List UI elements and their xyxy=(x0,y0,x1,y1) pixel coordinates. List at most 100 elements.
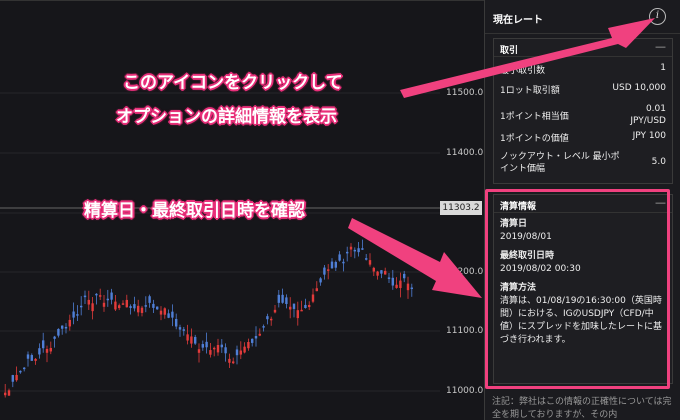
candle-body xyxy=(285,297,288,304)
candle-body xyxy=(273,309,277,313)
candle-body xyxy=(410,287,413,290)
row-label: 1ロット取引額 xyxy=(500,86,560,96)
candle-body xyxy=(205,341,208,348)
candle-body xyxy=(178,327,182,330)
candle-body xyxy=(163,308,166,315)
candle-body xyxy=(76,314,79,316)
candle-body xyxy=(15,374,18,381)
candle-body xyxy=(228,358,231,363)
candle-body xyxy=(391,277,394,286)
info-row: 1ポイント相当価 0.01 JPY/USD xyxy=(494,103,672,131)
candle-body xyxy=(34,358,37,361)
price-axis-label: 11100.0 xyxy=(446,326,484,336)
candle-body xyxy=(403,273,406,279)
candle-body xyxy=(224,347,227,354)
candle-body xyxy=(209,350,212,355)
candle-body xyxy=(11,375,14,382)
disclaimer-note: 注記：弊社はこの情報の正確性については完全を期しておりますが、その内 xyxy=(492,397,672,418)
candle-body xyxy=(281,294,284,303)
candle-body xyxy=(330,261,334,269)
price-axis-label: 11400.0 xyxy=(446,148,484,158)
candle-body xyxy=(334,261,337,268)
candle-body xyxy=(49,347,52,352)
candle-body xyxy=(19,370,22,373)
candle-body xyxy=(118,305,121,309)
price-axis-label: 11000.0 xyxy=(446,386,484,396)
candle-body xyxy=(395,284,398,288)
candle-body xyxy=(201,344,204,348)
candle-body xyxy=(338,254,341,261)
candle-body xyxy=(346,251,349,254)
candle-body xyxy=(239,350,242,355)
section-header[interactable]: 取引 — xyxy=(494,39,672,57)
candle-body xyxy=(235,349,239,356)
candle-body xyxy=(380,270,383,274)
candle-body xyxy=(232,361,235,364)
candle-body xyxy=(315,288,318,292)
candle-body xyxy=(45,348,49,353)
candle-body xyxy=(357,248,360,253)
candle-body xyxy=(270,318,273,321)
section-title: 取引 xyxy=(500,46,519,56)
candle-body xyxy=(277,294,280,303)
annotation-settlement-hint: 精算日・最終取引日時を確認 xyxy=(84,201,305,221)
info-row: 1ロット取引額 USD 10,000 xyxy=(494,83,672,103)
info-icon[interactable]: i xyxy=(649,8,666,25)
candle-body xyxy=(197,349,201,353)
candle-body xyxy=(406,283,410,291)
candle-body xyxy=(327,269,330,271)
candle-body xyxy=(61,325,64,329)
candle-body xyxy=(182,329,185,331)
candle-body xyxy=(26,354,30,359)
candle-body xyxy=(292,303,296,309)
candle-body xyxy=(342,261,345,264)
candle-body xyxy=(83,295,87,298)
price-axis-label: 11200.0 xyxy=(446,267,484,277)
candle-body xyxy=(57,328,60,336)
candle-body xyxy=(114,301,117,310)
collapse-icon[interactable]: — xyxy=(655,40,666,53)
candle-body xyxy=(258,333,261,336)
candle-body xyxy=(23,367,26,370)
candle-body xyxy=(387,277,391,279)
candle-body xyxy=(7,390,11,396)
candle-body xyxy=(194,336,197,344)
candle-body xyxy=(372,267,375,272)
price-axis-label: 11500.0 xyxy=(446,88,484,98)
candle-body xyxy=(190,336,193,344)
candle-body xyxy=(148,296,151,303)
trade-section: 取引 — 最小取引数 1 1ロット取引額 USD 10,000 1ポイント相当価… xyxy=(493,38,673,184)
candle-body xyxy=(80,305,83,308)
candle-body xyxy=(121,303,125,305)
candle-body xyxy=(213,347,216,350)
candle-body xyxy=(91,303,94,312)
panel-title: 現在レート xyxy=(493,15,543,26)
candle-body xyxy=(323,267,326,275)
row-label: 1ポイント相当価 xyxy=(500,112,569,122)
candle-body xyxy=(144,305,147,307)
annotation-icon-hint-1: このアイコンをクリックして xyxy=(123,73,343,93)
candle-body xyxy=(368,260,372,265)
row-label: 1ポイントの価値 xyxy=(500,134,569,144)
candle-body xyxy=(110,292,113,300)
candle-body xyxy=(152,303,155,308)
candle-body xyxy=(4,392,7,396)
candle-body xyxy=(137,305,140,313)
candle-body xyxy=(308,304,311,308)
candle-body xyxy=(42,340,45,349)
info-row: ノックアウト・レベル 最小ポイント価幅 5.0 xyxy=(494,151,672,179)
candle-body xyxy=(159,310,163,315)
row-label: ノックアウト・レベル 最小ポイント価幅 xyxy=(500,152,620,174)
candle-body xyxy=(102,302,106,307)
candle-body xyxy=(296,310,299,319)
candle-body xyxy=(220,344,223,348)
candle-body xyxy=(254,336,258,339)
candle-body xyxy=(304,304,307,309)
settlement-highlight-box xyxy=(485,189,670,389)
candle-body xyxy=(384,270,387,275)
candle-body xyxy=(171,311,174,318)
candle-body xyxy=(186,334,189,341)
candle-body xyxy=(361,248,364,250)
candle-body xyxy=(376,271,379,276)
candle-body xyxy=(300,309,303,312)
